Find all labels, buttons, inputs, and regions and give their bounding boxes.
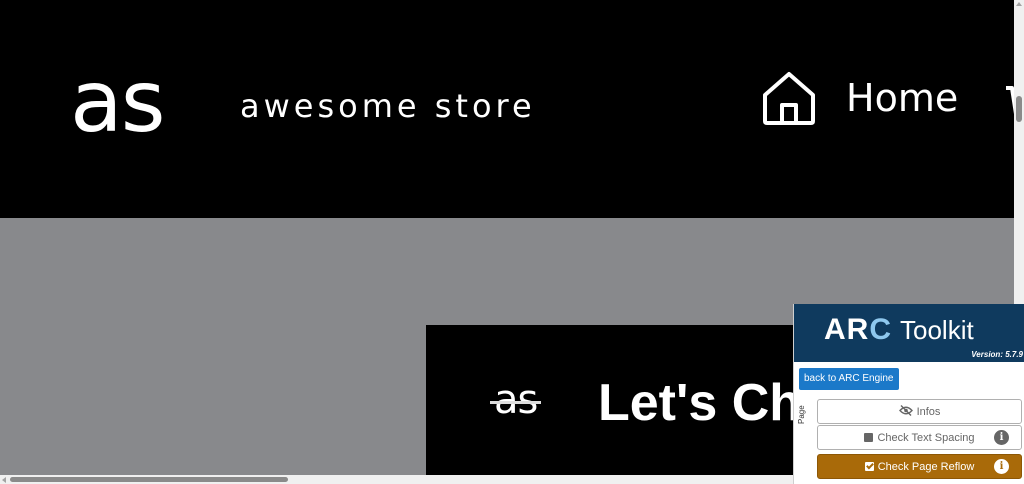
arc-toolkit-panel: ARC Toolkit Version: 5.7.9 back to ARC En…: [793, 304, 1024, 484]
arc-logo-toolkit: Toolkit: [900, 315, 974, 345]
arc-logo-letters: AR: [824, 313, 870, 346]
arc-version: Version: 5.7.9: [971, 350, 1023, 359]
arc-toolkit-logo: ARC Toolkit: [824, 310, 974, 350]
banner-title: Let's Ch: [598, 374, 802, 432]
nav-home-link[interactable]: Home: [760, 68, 958, 128]
info-icon[interactable]: i: [994, 430, 1009, 445]
banner-logo: as: [489, 377, 542, 423]
check-text-spacing-button[interactable]: Check Text Spacing i: [817, 425, 1022, 450]
check-text-spacing-label: Check Text Spacing: [877, 431, 975, 444]
infos-label: Infos: [916, 405, 941, 418]
check-page-reflow-button[interactable]: Check Page Reflow i: [817, 454, 1022, 479]
back-to-arc-engine-button[interactable]: back to ARC Engine: [799, 368, 899, 390]
checkbox-checked-icon: [864, 462, 874, 471]
nav-home-label: Home: [846, 76, 959, 120]
hero-banner: as Let's Ch: [426, 325, 846, 475]
eye-slash-icon: [898, 404, 913, 419]
info-icon[interactable]: i: [994, 459, 1009, 474]
section-label-page: Page: [794, 400, 808, 430]
arc-toolkit-header: ARC Toolkit Version: 5.7.9: [794, 304, 1024, 362]
site-header: as awesome store Home: [0, 0, 1016, 218]
arc-logo-c: C: [869, 313, 893, 346]
section-label-text: Page: [797, 405, 806, 424]
horizontal-scroll-thumb[interactable]: [10, 477, 288, 482]
home-icon: [763, 72, 815, 125]
vertical-scroll-thumb[interactable]: [1016, 96, 1022, 122]
site-logo[interactable]: as: [70, 52, 166, 152]
infos-button[interactable]: Infos: [817, 399, 1022, 424]
store-name: awesome store: [240, 87, 536, 125]
scroll-left-arrow-icon[interactable]: [2, 477, 6, 483]
square-icon: [864, 433, 874, 442]
scroll-up-arrow-icon[interactable]: [1016, 2, 1022, 6]
check-page-reflow-label: Check Page Reflow: [877, 460, 975, 473]
